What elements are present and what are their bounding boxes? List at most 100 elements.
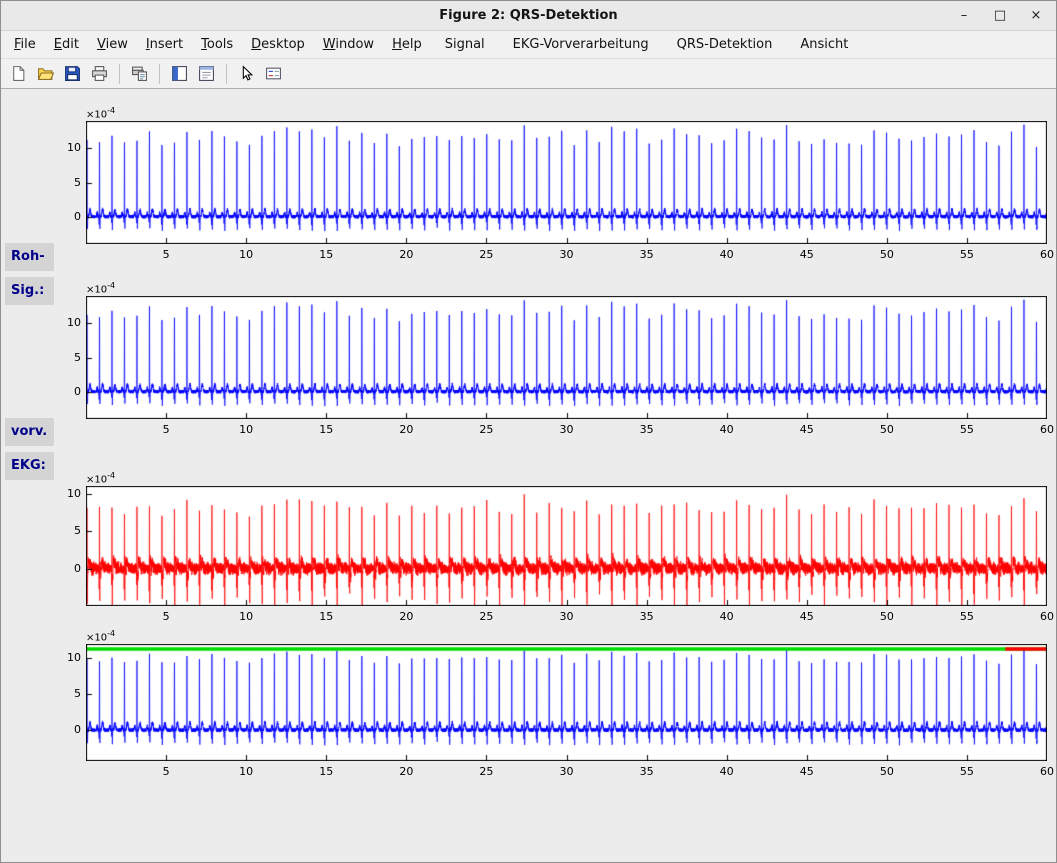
x-tick-label: 35 (632, 248, 662, 261)
toolbar-separator (119, 64, 120, 84)
open-file-button[interactable] (33, 61, 58, 86)
x-tick-label: 45 (792, 765, 822, 778)
pointer-button[interactable] (234, 61, 259, 86)
window-split-icon (171, 65, 188, 82)
x-tick-label: 45 (792, 248, 822, 261)
window-title: Figure 2: QRS-Detektion (1, 1, 1056, 31)
x-tick-label: 25 (471, 248, 501, 261)
menu-item-view[interactable]: View (88, 32, 137, 57)
x-tick-label: 20 (391, 248, 421, 261)
minimize-button[interactable]: – (954, 6, 974, 26)
figure-window: Figure 2: QRS-Detektion – □ × FileEditVi… (0, 0, 1057, 863)
x-tick-label: 10 (231, 248, 261, 261)
plot-editor-button[interactable] (194, 61, 219, 86)
x-tick-label: 55 (952, 248, 982, 261)
x-tick-label: 45 (792, 610, 822, 623)
menu-item-qrs-detektion[interactable]: QRS-Detektion (663, 32, 787, 57)
y-scale-label: ×10-4 (86, 106, 115, 120)
x-tick-label: 35 (632, 610, 662, 623)
maximize-button[interactable]: □ (990, 6, 1010, 26)
plot-canvas-vorv-ekg[interactable] (86, 296, 1047, 419)
plot-detektion-ergebnis: ×10-4051051015202530354045505560 (41, 626, 1055, 783)
x-tick-label: 25 (471, 423, 501, 436)
new-document-button[interactable] (6, 61, 31, 86)
x-tick-label: 60 (1032, 765, 1057, 778)
x-tick-label: 20 (391, 423, 421, 436)
x-tick-label: 15 (311, 248, 341, 261)
toolbar (1, 59, 1056, 89)
x-tick-label: 30 (552, 765, 582, 778)
menu-item-edit[interactable]: Edit (45, 32, 88, 57)
x-tick-label: 5 (151, 765, 181, 778)
menu-item-window[interactable]: Window (314, 32, 383, 57)
new-document-icon (10, 65, 27, 82)
x-tick-label: 30 (552, 423, 582, 436)
menu-item-ansicht[interactable]: Ansicht (786, 32, 862, 57)
plot-canvas-roh-signal[interactable] (86, 121, 1047, 244)
new-figure-button[interactable] (167, 61, 192, 86)
plot-roh-signal: ×10-4051051015202530354045505560 (41, 103, 1055, 266)
save-icon (64, 65, 81, 82)
x-tick-label: 50 (872, 423, 902, 436)
figure-area: Roh- Sig.: vorv. EKG: QRS-Detektion FP: … (1, 89, 1056, 862)
x-tick-label: 5 (151, 610, 181, 623)
menu-item-signal[interactable]: Signal (431, 32, 499, 57)
toolbar-separator (226, 64, 227, 84)
pointer-icon (238, 65, 255, 82)
menu-item-tools[interactable]: Tools (192, 32, 242, 57)
x-tick-label: 40 (712, 248, 742, 261)
x-tick-label: 15 (311, 423, 341, 436)
plot-qrs-detektion: ×10-4051051015202530354045505560 (41, 468, 1055, 628)
menu-item-ekg-vorverarbeitung[interactable]: EKG-Vorverarbeitung (499, 32, 663, 57)
x-tick-label: 40 (712, 765, 742, 778)
plot-canvas-qrs-detektion[interactable] (86, 486, 1047, 606)
x-tick-label: 10 (231, 423, 261, 436)
x-tick-label: 55 (952, 423, 982, 436)
y-tick-label: 5 (41, 687, 81, 700)
x-tick-label: 40 (712, 423, 742, 436)
y-scale-label: ×10-4 (86, 471, 115, 485)
x-tick-label: 30 (552, 610, 582, 623)
menu-item-desktop[interactable]: Desktop (242, 32, 314, 57)
x-tick-label: 5 (151, 423, 181, 436)
x-tick-label: 50 (872, 765, 902, 778)
y-tick-label: 5 (41, 524, 81, 537)
x-tick-label: 60 (1032, 610, 1057, 623)
x-tick-label: 20 (391, 610, 421, 623)
menu-item-file[interactable]: File (5, 32, 45, 57)
printer-icon (91, 65, 108, 82)
printer-page-icon (131, 65, 148, 82)
x-tick-label: 15 (311, 610, 341, 623)
y-tick-label: 5 (41, 176, 81, 189)
menu-item-help[interactable]: Help (383, 32, 431, 57)
print-button[interactable] (87, 61, 112, 86)
menu-bar: FileEditViewInsertToolsDesktopWindowHelp… (1, 31, 1056, 59)
y-tick-label: 0 (41, 723, 81, 736)
menu-item-insert[interactable]: Insert (137, 32, 192, 57)
x-tick-label: 35 (632, 765, 662, 778)
print-preview-button[interactable] (127, 61, 152, 86)
plot-vorv-ekg: ×10-4051051015202530354045505560 (41, 278, 1055, 441)
save-button[interactable] (60, 61, 85, 86)
x-tick-label: 55 (952, 765, 982, 778)
close-button[interactable]: × (1026, 6, 1046, 26)
legend-button[interactable] (261, 61, 286, 86)
x-tick-label: 15 (311, 765, 341, 778)
y-tick-label: 5 (41, 351, 81, 364)
legend-icon (265, 65, 282, 82)
title-bar: Figure 2: QRS-Detektion – □ × (1, 1, 1056, 31)
toolbar-separator (159, 64, 160, 84)
x-tick-label: 30 (552, 248, 582, 261)
window-controls: – □ × (954, 1, 1046, 31)
y-scale-label: ×10-4 (86, 629, 115, 643)
x-tick-label: 40 (712, 610, 742, 623)
x-tick-label: 20 (391, 765, 421, 778)
plot-canvas-detektion-ergebnis[interactable] (86, 644, 1047, 761)
y-tick-label: 0 (41, 562, 81, 575)
y-tick-label: 10 (41, 651, 81, 664)
open-folder-icon (37, 65, 54, 82)
x-tick-label: 10 (231, 765, 261, 778)
y-tick-label: 0 (41, 210, 81, 223)
x-tick-label: 5 (151, 248, 181, 261)
y-tick-label: 0 (41, 385, 81, 398)
